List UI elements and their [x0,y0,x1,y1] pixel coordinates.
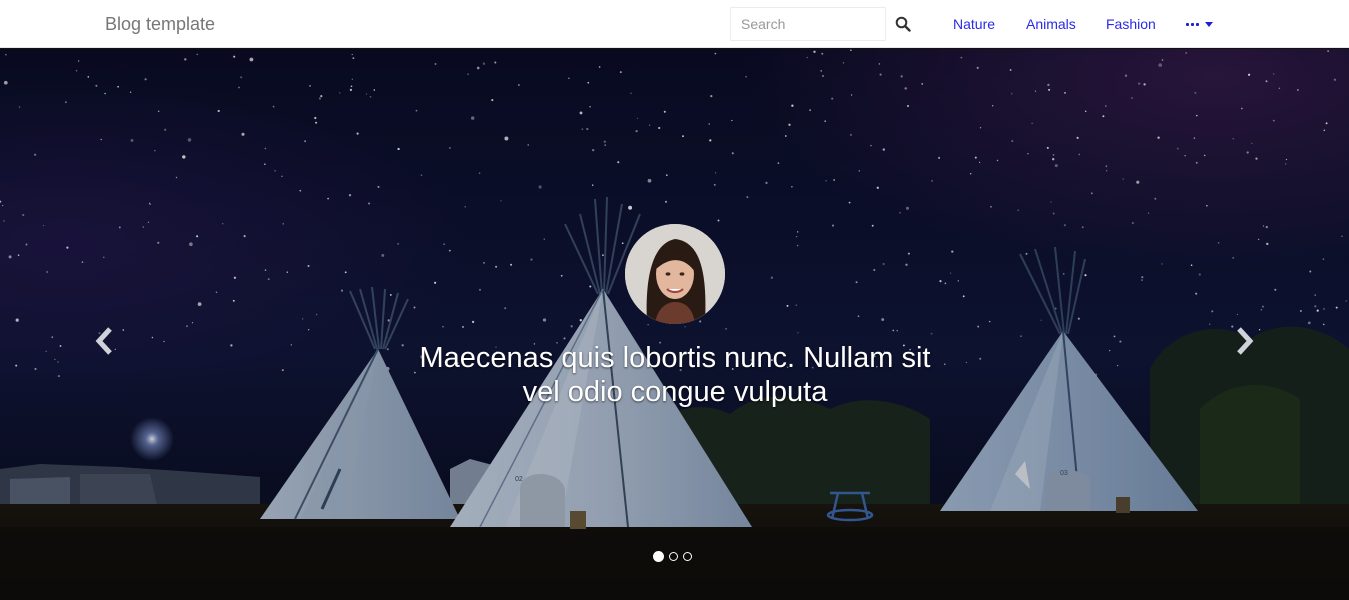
search-icon [895,16,911,32]
author-avatar[interactable] [625,224,725,324]
carousel-next-button[interactable] [1225,316,1265,366]
carousel-indicator-1[interactable] [653,551,664,562]
hero-background-image: 02 03 [0,49,1349,600]
carousel-indicators [653,551,692,562]
chevron-left-icon [95,327,112,355]
top-navbar: Blog template Nature Animals Fashion [0,0,1349,48]
search-box [730,7,886,41]
search-button[interactable] [889,10,917,38]
chevron-right-icon [1237,327,1254,355]
slide-caption: Maecenas quis lobortis nunc. Nullam sit … [380,341,970,409]
nav-link-nature[interactable]: Nature [953,16,995,32]
carousel-indicator-2[interactable] [669,552,678,561]
ellipsis-icon [1186,22,1199,26]
nav-link-fashion[interactable]: Fashion [1106,16,1156,32]
slide-caption-line-1: Maecenas quis lobortis nunc. Nullam sit [419,342,931,374]
avatar-portrait-image [625,224,725,324]
nav-link-animals[interactable]: Animals [1026,16,1076,32]
search-input[interactable] [731,8,885,40]
carousel-prev-button[interactable] [84,316,124,366]
brand-title[interactable]: Blog template [105,14,215,34]
carousel-indicator-3[interactable] [683,552,692,561]
caret-down-icon [1205,21,1213,27]
slide-caption-line-2: vel odio congue vulputa [522,376,828,408]
more-dropdown-toggle[interactable] [1186,16,1213,32]
hero-carousel: 02 03 Maecenas quis lobortis nunc. Nulla… [0,49,1349,600]
